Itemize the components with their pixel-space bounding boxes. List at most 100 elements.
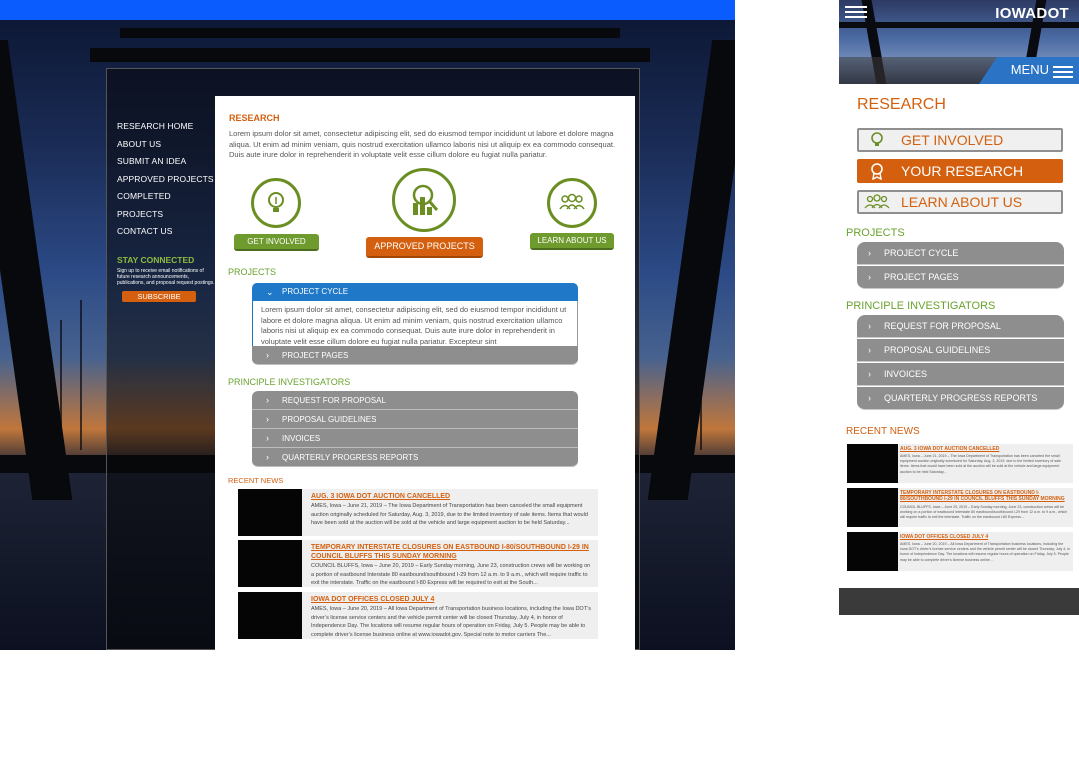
accordion-proposal-guidelines[interactable]: › PROPOSAL GUIDELINES bbox=[857, 339, 1064, 362]
card-label: GET INVOLVED bbox=[901, 132, 1004, 148]
accordion-label: PROJECT PAGES bbox=[884, 272, 959, 282]
accordion-label: INVOICES bbox=[282, 434, 321, 443]
accordion-label: QUARTERLY PROGRESS REPORTS bbox=[884, 393, 1038, 403]
nav-approved-projects[interactable]: APPROVED PROJECTS bbox=[117, 171, 217, 189]
subscribe-button[interactable]: SUBSCRIBE bbox=[122, 290, 196, 302]
card-label: LEARN ABOUT US bbox=[901, 194, 1023, 210]
nav-research-home[interactable]: RESEARCH HOME bbox=[117, 118, 217, 136]
accordion-label: REQUEST FOR PROPOSAL bbox=[282, 396, 386, 405]
accordion-label: PROPOSAL GUIDELINES bbox=[884, 345, 991, 355]
accordion-label: PROPOSAL GUIDELINES bbox=[282, 415, 377, 424]
chevron-right-icon: › bbox=[868, 369, 871, 379]
accordion-label: PROJECT PAGES bbox=[282, 351, 349, 360]
news-thumbnail bbox=[847, 532, 898, 571]
stay-connected-text: Sign up to receive email notifications o… bbox=[117, 267, 215, 286]
hamburger-icon[interactable] bbox=[845, 3, 867, 21]
news-item[interactable]: TEMPORARY INTERSTATE CLOSURES ON EASTBOU… bbox=[847, 488, 1073, 527]
approved-projects-circle[interactable] bbox=[392, 168, 456, 232]
chevron-right-icon: › bbox=[868, 272, 871, 282]
principle-investigators-title: PRINCIPLE INVESTIGATORS bbox=[228, 377, 351, 387]
top-bar bbox=[0, 0, 735, 20]
accordion-project-pages[interactable]: › PROJECT PAGES bbox=[252, 346, 578, 365]
recent-news-title: RECENT NEWS bbox=[846, 426, 920, 437]
learn-about-us-circle[interactable] bbox=[547, 178, 597, 228]
menu-bar: MENU bbox=[839, 57, 1079, 84]
accordion-label: REQUEST FOR PROPOSAL bbox=[884, 321, 1001, 331]
mobile-mockup: IOWADOT MENU RESEARCH GET INVOLVED YOUR … bbox=[839, 0, 1079, 615]
news-title[interactable]: AUG. 3 IOWA DOT AUCTION CANCELLED bbox=[311, 492, 592, 501]
accordion-request-for-proposal[interactable]: › REQUEST FOR PROPOSAL bbox=[252, 391, 578, 410]
news-thumbnail bbox=[238, 540, 302, 587]
card-label: YOUR RESEARCH bbox=[901, 163, 1024, 179]
news-item[interactable]: IOWA DOT OFFICES CLOSED JULY 4 AMES, Iow… bbox=[847, 532, 1073, 571]
ribbon-badge-icon bbox=[864, 162, 890, 180]
news-item[interactable]: AUG. 3 IOWA DOT AUCTION CANCELLED AMES, … bbox=[238, 489, 598, 536]
news-thumbnail bbox=[238, 592, 302, 639]
chevron-right-icon: › bbox=[266, 350, 269, 360]
research-title: RESEARCH bbox=[857, 96, 946, 113]
get-involved-button[interactable]: GET INVOLVED bbox=[234, 234, 319, 251]
news-excerpt: AMES, Iowa – June 21, 2019 – The Iowa De… bbox=[900, 454, 1061, 474]
news-title[interactable]: IOWA DOT OFFICES CLOSED JULY 4 bbox=[311, 595, 592, 604]
accordion-project-cycle[interactable]: ⌄ PROJECT CYCLE bbox=[252, 283, 578, 301]
mobile-footer bbox=[839, 588, 1079, 615]
accordion-proposal-guidelines[interactable]: › PROPOSAL GUIDELINES bbox=[252, 410, 578, 429]
principle-investigators-title: PRINCIPLE INVESTIGATORS bbox=[846, 300, 996, 312]
projects-title: PROJECTS bbox=[846, 227, 905, 239]
bridge-pillar-right bbox=[647, 40, 735, 500]
nav-completed-projects[interactable]: COMPLETED PROJECTS bbox=[117, 188, 217, 223]
news-title[interactable]: TEMPORARY INTERSTATE CLOSURES ON EASTBOU… bbox=[311, 543, 592, 561]
accordion-project-cycle-body: Lorem ipsum dolor sit amet, consectetur … bbox=[252, 301, 578, 347]
tree-silhouette bbox=[60, 320, 62, 450]
brand-logo[interactable]: IOWADOT bbox=[995, 5, 1069, 22]
accordion-quarterly-progress-reports[interactable]: › QUARTERLY PROGRESS REPORTS bbox=[252, 448, 578, 467]
chevron-right-icon: › bbox=[266, 414, 269, 424]
chevron-right-icon: › bbox=[266, 433, 269, 443]
accordion-project-pages[interactable]: › PROJECT PAGES bbox=[857, 266, 1064, 289]
magnifier-chart-icon bbox=[412, 184, 439, 215]
news-excerpt: AMES, Iowa – June 21, 2019 – The Iowa De… bbox=[311, 503, 588, 526]
main-content: RESEARCH Lorem ipsum dolor sit amet, con… bbox=[215, 96, 635, 650]
approved-projects-button[interactable]: APPROVED PROJECTS bbox=[366, 237, 483, 258]
accordion-label: PROJECT CYCLE bbox=[884, 248, 959, 258]
stay-connected-title: STAY CONNECTED bbox=[117, 254, 195, 265]
accordion-request-for-proposal[interactable]: › REQUEST FOR PROPOSAL bbox=[857, 315, 1064, 338]
project-cycle-text: Lorem ipsum dolor sit amet, consectetur … bbox=[261, 305, 567, 346]
group-icon bbox=[559, 193, 585, 210]
your-research-card[interactable]: YOUR RESEARCH bbox=[857, 159, 1063, 183]
news-item[interactable]: AUG. 3 IOWA DOT AUCTION CANCELLED AMES, … bbox=[847, 444, 1073, 483]
chevron-right-icon: › bbox=[868, 248, 871, 258]
news-item[interactable]: TEMPORARY INTERSTATE CLOSURES ON EASTBOU… bbox=[238, 540, 598, 587]
menu-label[interactable]: MENU bbox=[1011, 62, 1049, 77]
news-excerpt: COUNCIL BLUFFS, Iowa – June 20, 2019 – E… bbox=[900, 505, 1068, 520]
nav-submit-an-idea[interactable]: SUBMIT AN IDEA bbox=[117, 153, 217, 171]
group-icon bbox=[864, 193, 890, 211]
accordion-project-cycle[interactable]: › PROJECT CYCLE bbox=[857, 242, 1064, 265]
chevron-down-icon: ⌄ bbox=[266, 287, 274, 297]
accordion-invoices[interactable]: › INVOICES bbox=[252, 429, 578, 448]
news-title[interactable]: AUG. 3 IOWA DOT AUCTION CANCELLED bbox=[900, 446, 1071, 452]
accordion-label: PROJECT CYCLE bbox=[282, 287, 349, 296]
mobile-hero: IOWADOT MENU bbox=[839, 0, 1079, 84]
chevron-right-icon: › bbox=[266, 452, 269, 462]
news-title[interactable]: IOWA DOT OFFICES CLOSED JULY 4 bbox=[900, 534, 1071, 540]
chevron-right-icon: › bbox=[868, 345, 871, 355]
get-involved-circle[interactable] bbox=[251, 178, 301, 228]
intro-text: Lorem ipsum dolor sit amet, consectetur … bbox=[229, 129, 616, 159]
news-item[interactable]: IOWA DOT OFFICES CLOSED JULY 4 AMES, Iow… bbox=[238, 592, 598, 639]
menu-icon[interactable] bbox=[1053, 63, 1073, 81]
accordion-invoices[interactable]: › INVOICES bbox=[857, 363, 1064, 386]
accordion-quarterly-progress-reports[interactable]: › QUARTERLY PROGRESS REPORTS bbox=[857, 387, 1064, 410]
lightbulb-icon bbox=[268, 192, 284, 212]
nav-contact-us[interactable]: CONTACT US bbox=[117, 223, 217, 241]
learn-about-us-card[interactable]: LEARN ABOUT US bbox=[857, 190, 1063, 214]
news-title[interactable]: TEMPORARY INTERSTATE CLOSURES ON EASTBOU… bbox=[900, 490, 1071, 502]
projects-title: PROJECTS bbox=[228, 267, 277, 277]
get-involved-card[interactable]: GET INVOLVED bbox=[857, 128, 1063, 152]
recent-news-title: RECENT NEWS bbox=[228, 476, 284, 485]
research-title: RESEARCH bbox=[229, 113, 280, 123]
nav-about-us[interactable]: ABOUT US bbox=[117, 136, 217, 154]
chevron-right-icon: › bbox=[868, 321, 871, 331]
tree-silhouette bbox=[700, 200, 702, 450]
learn-about-us-button[interactable]: LEARN ABOUT US bbox=[530, 233, 614, 250]
